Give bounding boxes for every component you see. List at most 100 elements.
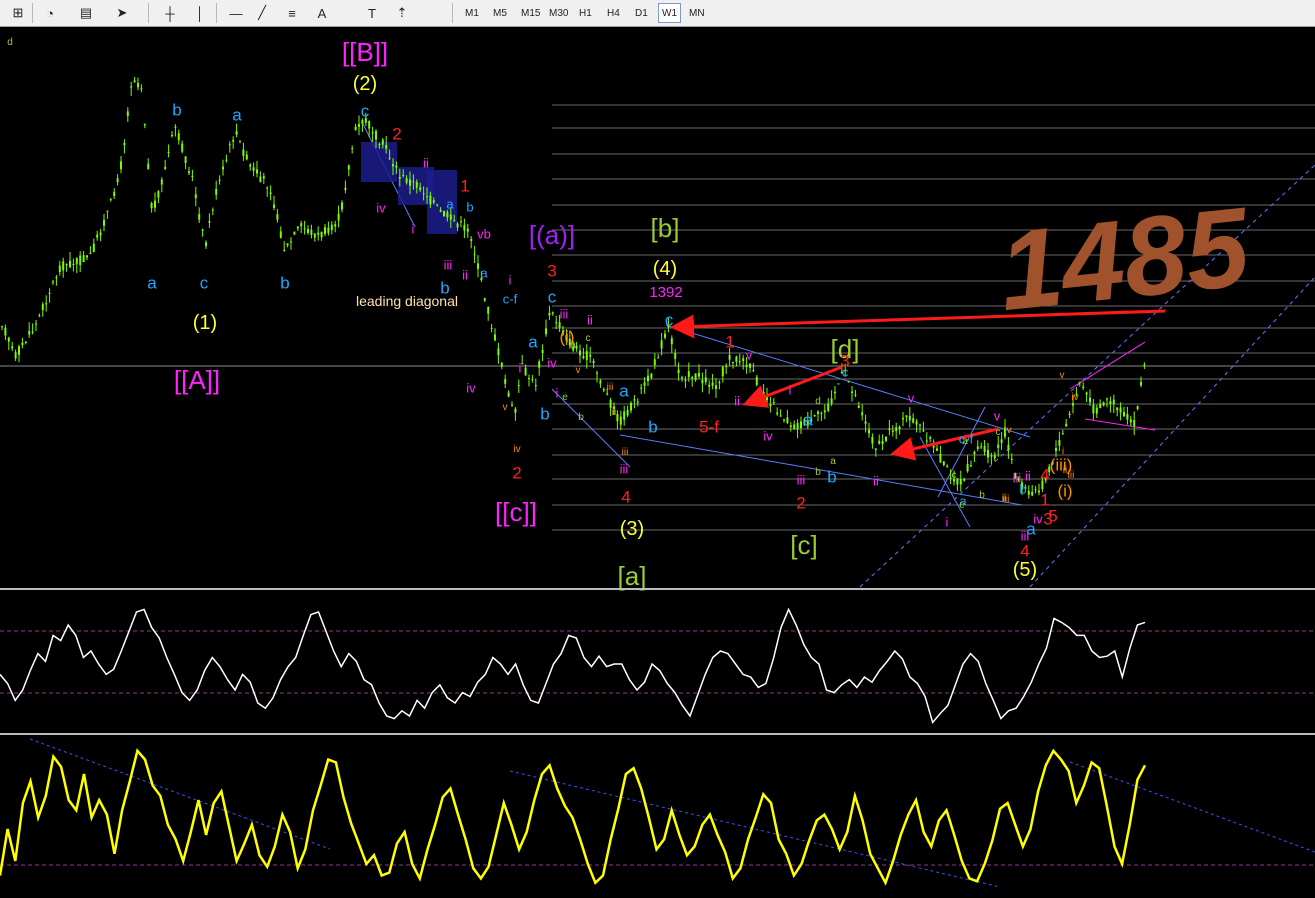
wave-label: iii — [444, 257, 453, 272]
candle-body — [1065, 423, 1068, 427]
wave-label: vb — [477, 226, 491, 241]
candle-body — [245, 154, 248, 160]
price-panel[interactable]: [[A]] [[B]] [[c]] (1) (2) (3) (4) (5) [(a)] [b] [a… — [0, 27, 1315, 591]
candle-body — [4, 327, 7, 336]
wave-label: 3 — [840, 352, 849, 371]
candle-body — [861, 412, 864, 416]
candle-body — [432, 200, 435, 203]
wave-label: i — [946, 514, 949, 529]
candle-body — [1119, 407, 1122, 413]
new-chart-icon[interactable]: ⊞ — [8, 3, 28, 23]
candle-body — [976, 446, 979, 449]
candle-body — [154, 200, 156, 208]
candle-body — [769, 404, 772, 407]
timeframe-d1[interactable]: D1 — [632, 3, 651, 23]
candle-body — [783, 419, 785, 421]
candle-body — [681, 377, 683, 379]
candle-body — [65, 263, 68, 266]
candle-body — [31, 331, 34, 333]
cursor-icon[interactable]: ➤ — [112, 3, 132, 23]
wave-label: iii — [620, 461, 629, 476]
candle-body — [868, 429, 870, 434]
wave-label: (2) — [353, 73, 377, 95]
candle-body — [990, 455, 993, 457]
candle-body — [327, 227, 330, 234]
text-label-icon[interactable]: T — [362, 3, 382, 23]
candle-body — [58, 265, 61, 273]
wave-label: 5 — [1048, 507, 1057, 526]
wave-label: b — [172, 101, 181, 120]
candle-body — [392, 164, 394, 167]
wave-label: ii — [612, 407, 616, 418]
timeframe-m15[interactable]: M15 — [518, 3, 543, 23]
candle-body — [351, 148, 354, 150]
chart-area[interactable]: [[A]] [[B]] [[c]] (1) (2) (3) (4) (5) [(a)] [b] [a… — [0, 27, 1315, 893]
candle-body — [538, 361, 541, 368]
candle-body — [48, 292, 51, 294]
candle-body — [167, 152, 170, 154]
text-icon[interactable]: A — [312, 3, 332, 23]
wave-label: [a] — [618, 561, 647, 591]
templates-icon[interactable]: ▤ — [76, 3, 96, 23]
candle-body — [606, 393, 609, 395]
candle-body — [273, 204, 275, 208]
wave-label: i — [412, 221, 415, 236]
arrows-icon[interactable]: ⇡ — [392, 3, 412, 23]
vertical-line-icon[interactable]: │ — [190, 3, 210, 23]
wave-label: iv — [513, 444, 520, 455]
fibo-icon[interactable]: ≡ — [282, 3, 302, 23]
history-icon[interactable]: ◔ — [40, 3, 60, 23]
candle-body — [912, 418, 915, 423]
timeframe-w1[interactable]: W1 — [658, 3, 681, 23]
candle-body — [585, 350, 588, 360]
candle-body — [800, 421, 802, 429]
chart-svg[interactable]: [[A]] [[B]] [[c]] (1) (2) (3) (4) (5) [(a)] [b] [a… — [0, 27, 1315, 893]
candle-body — [96, 234, 99, 238]
candle-body — [749, 363, 751, 368]
candle-body — [582, 356, 585, 359]
candle-body — [473, 254, 476, 256]
wave-label: a — [619, 382, 629, 401]
candle-body — [477, 263, 479, 269]
candle-body — [640, 387, 643, 389]
osc2-trend-1 — [29, 738, 331, 850]
wave-label: v — [576, 365, 581, 376]
toolbar-separator — [32, 3, 33, 23]
candle-body — [1061, 433, 1064, 435]
candle-body — [109, 199, 112, 201]
candle-body — [704, 377, 707, 383]
wave-label: iv — [1033, 511, 1043, 526]
trendline-icon[interactable]: ╱ — [252, 3, 272, 23]
crosshair-icon[interactable]: ┼ — [160, 3, 180, 23]
timeframe-m5[interactable]: M5 — [490, 3, 510, 23]
candle-body — [908, 415, 911, 421]
wave-label: [c] — [790, 530, 817, 560]
timeframe-m30[interactable]: M30 — [546, 3, 571, 23]
candle-body — [1082, 386, 1085, 389]
wave-label: b — [466, 199, 473, 214]
wave-label: v — [746, 347, 753, 362]
timeframe-h1[interactable]: H1 — [576, 3, 595, 23]
horizontal-line-icon[interactable]: — — [226, 3, 246, 23]
candle-body — [922, 430, 925, 432]
oscillator-panel-1[interactable] — [0, 607, 1315, 725]
candle-body — [973, 451, 976, 455]
wave-label: 5-f — [699, 418, 719, 437]
timeframe-m1[interactable]: M1 — [462, 3, 482, 23]
wave-label: a — [570, 340, 576, 351]
candle-body — [993, 455, 996, 459]
wave-label: iii — [1013, 470, 1022, 485]
wave-label: c — [200, 274, 209, 293]
candle-body — [929, 437, 932, 440]
timeframe-mn[interactable]: MN — [686, 3, 708, 23]
wave-label: i — [519, 360, 522, 375]
candle-body — [150, 203, 153, 209]
candle-body — [497, 348, 500, 356]
timeframe-h4[interactable]: H4 — [604, 3, 623, 23]
candle-body — [626, 409, 629, 416]
oscillator-panel-2[interactable] — [0, 738, 1315, 888]
candle-body — [181, 143, 184, 152]
candle-body — [1136, 406, 1139, 410]
candle-body — [290, 241, 292, 243]
wave-label: v — [908, 390, 915, 405]
